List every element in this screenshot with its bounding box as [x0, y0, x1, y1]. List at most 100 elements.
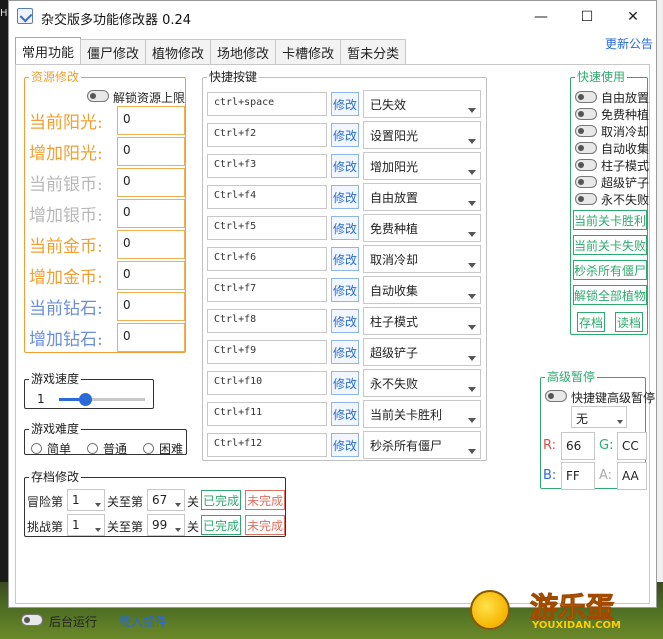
quick-toggle-row[interactable]: 超级铲子: [575, 175, 649, 190]
difficulty-normal-radio[interactable]: 普通: [87, 440, 127, 457]
tab-misc[interactable]: 暂未分类: [340, 39, 407, 65]
save-game-button[interactable]: 存档: [577, 312, 605, 332]
shortcut-modify-button[interactable]: 修改: [331, 278, 359, 302]
shortcut-function-select[interactable]: 秒杀所有僵尸: [363, 431, 481, 459]
kill-all-zombies-button[interactable]: 秒杀所有僵尸: [573, 260, 647, 280]
shortcut-modify-button[interactable]: 修改: [331, 216, 359, 240]
quick-toggle-switch[interactable]: [575, 91, 597, 103]
quick-toggle-row[interactable]: 永不失败: [575, 192, 649, 207]
update-announcement-link[interactable]: 更新公告: [605, 35, 653, 52]
quick-toggle-switch[interactable]: [575, 142, 597, 154]
quick-toggle-row[interactable]: 自动收集: [575, 141, 649, 156]
tab-field[interactable]: 场地修改: [210, 39, 277, 65]
res-input[interactable]: 0: [117, 106, 185, 135]
b-input[interactable]: FF: [561, 462, 595, 490]
quick-toggle-row[interactable]: 自由放置: [575, 90, 649, 105]
difficulty-hard-radio[interactable]: 困难: [143, 440, 183, 457]
maximize-button[interactable]: ☐: [564, 1, 610, 33]
res-input[interactable]: 0: [117, 199, 185, 228]
challenge-undone-button[interactable]: 未完成: [245, 515, 285, 535]
quick-toggle-switch[interactable]: [575, 159, 597, 171]
minimize-button[interactable]: —: [518, 1, 564, 33]
shortcut-key-input[interactable]: Ctrl+f3: [207, 154, 327, 178]
shortcut-modify-button[interactable]: 修改: [331, 247, 359, 271]
shortcut-function-select[interactable]: 当前关卡胜利: [363, 400, 481, 428]
challenge-done-button[interactable]: 已完成: [201, 515, 241, 535]
shortcut-function-label: 当前关卡胜利: [370, 408, 443, 422]
adventure-level-select[interactable]: 67: [147, 489, 185, 511]
title-bar[interactable]: 杂交版多功能修改器 0.24 — ☐ ✕: [9, 1, 656, 33]
speed-slider-handle[interactable]: [78, 393, 92, 406]
chevron-down-icon: [468, 449, 476, 454]
tab-zombie[interactable]: 僵尸修改: [80, 39, 147, 65]
tab-plant[interactable]: 植物修改: [145, 39, 212, 65]
close-button[interactable]: ✕: [610, 1, 656, 33]
load-game-button[interactable]: 读档: [615, 312, 643, 332]
res-input[interactable]: 0: [117, 137, 185, 166]
shortcut-function-select[interactable]: 免费种植: [363, 214, 481, 242]
shortcut-key-input[interactable]: Ctrl+f8: [207, 309, 327, 333]
res-input[interactable]: 0: [117, 292, 185, 321]
res-input[interactable]: 0: [117, 168, 185, 197]
shortcut-modify-button[interactable]: 修改: [331, 92, 359, 116]
shortcut-function-select[interactable]: 自动收集: [363, 276, 481, 304]
shortcut-key-input[interactable]: Ctrl+f12: [207, 433, 327, 457]
quick-toggle-label: 免费种植: [601, 107, 650, 122]
quick-toggle-switch[interactable]: [575, 108, 597, 120]
shortcut-modify-button[interactable]: 修改: [331, 309, 359, 333]
quick-toggle-switch[interactable]: [575, 193, 597, 205]
shortcut-key-input[interactable]: Ctrl+f10: [207, 371, 327, 395]
shortcut-function-select[interactable]: 永不失败: [363, 369, 481, 397]
quick-toggle-switch[interactable]: [575, 176, 597, 188]
tab-slot[interactable]: 卡槽修改: [275, 39, 342, 65]
app-window: 杂交版多功能修改器 0.24 — ☐ ✕ 常用功能 僵尸修改 植物修改 场地修改…: [8, 0, 657, 629]
pause-hotkey-select[interactable]: 无: [571, 406, 627, 428]
shortcut-key-input[interactable]: Ctrl+f5: [207, 216, 327, 240]
challenge-level-select[interactable]: 99: [147, 514, 185, 536]
level-win-button[interactable]: 当前关卡胜利: [573, 210, 647, 230]
shortcut-function-select[interactable]: 超级铲子: [363, 338, 481, 366]
shortcut-key-input[interactable]: Ctrl+f6: [207, 247, 327, 271]
challenge-world-select[interactable]: 1: [67, 514, 105, 536]
adventure-undone-button[interactable]: 未完成: [245, 490, 285, 510]
r-input[interactable]: 66: [561, 432, 595, 460]
shortcut-function-select[interactable]: 增加阳光: [363, 152, 481, 180]
g-input[interactable]: CC: [617, 432, 647, 460]
shortcut-function-select[interactable]: 柱子模式: [363, 307, 481, 335]
shortcut-function-select[interactable]: 设置阳光: [363, 121, 481, 149]
shortcut-modify-button[interactable]: 修改: [331, 185, 359, 209]
shortcut-key-input[interactable]: Ctrl+f7: [207, 278, 327, 302]
res-input[interactable]: 0: [117, 230, 185, 259]
shortcut-key-input[interactable]: Ctrl+f4: [207, 185, 327, 209]
a-input[interactable]: AA: [617, 462, 647, 490]
quick-toggle-row[interactable]: 取消冷却: [575, 124, 649, 139]
tab-common[interactable]: 常用功能: [15, 37, 82, 65]
quick-toggle-switch[interactable]: [575, 125, 597, 137]
shortcut-key-input[interactable]: Ctrl+f2: [207, 123, 327, 147]
shortcut-function-select[interactable]: 取消冷却: [363, 245, 481, 273]
shortcut-function-select[interactable]: 已失效: [363, 90, 481, 118]
shortcut-function-select[interactable]: 自由放置: [363, 183, 481, 211]
unlock-limit-toggle[interactable]: [87, 90, 109, 102]
shortcut-modify-button[interactable]: 修改: [331, 402, 359, 426]
shortcut-modify-button[interactable]: 修改: [331, 433, 359, 457]
shortcut-modify-button[interactable]: 修改: [331, 123, 359, 147]
difficulty-easy-radio[interactable]: 简单: [31, 440, 71, 457]
shortcut-modify-button[interactable]: 修改: [331, 154, 359, 178]
load-plugin-link[interactable]: 载入插件: [119, 613, 167, 630]
shortcut-modify-button[interactable]: 修改: [331, 371, 359, 395]
shortcut-key-input[interactable]: ctrl+space: [207, 92, 327, 116]
adventure-done-button[interactable]: 已完成: [201, 490, 241, 510]
shortcut-key-input[interactable]: Ctrl+f11: [207, 402, 327, 426]
shortcut-key-input[interactable]: Ctrl+f9: [207, 340, 327, 364]
background-run-toggle[interactable]: [21, 614, 43, 626]
level-fail-button[interactable]: 当前关卡失败: [573, 235, 647, 255]
res-input[interactable]: 0: [117, 261, 185, 290]
quick-toggle-row[interactable]: 免费种植: [575, 107, 650, 122]
advanced-pause-hotkey-toggle[interactable]: [545, 390, 567, 402]
quick-toggle-row[interactable]: 柱子模式: [575, 158, 649, 173]
unlock-all-plants-button[interactable]: 解锁全部植物: [573, 285, 647, 305]
res-input[interactable]: 0: [117, 323, 185, 352]
adventure-world-select[interactable]: 1: [67, 489, 105, 511]
shortcut-modify-button[interactable]: 修改: [331, 340, 359, 364]
